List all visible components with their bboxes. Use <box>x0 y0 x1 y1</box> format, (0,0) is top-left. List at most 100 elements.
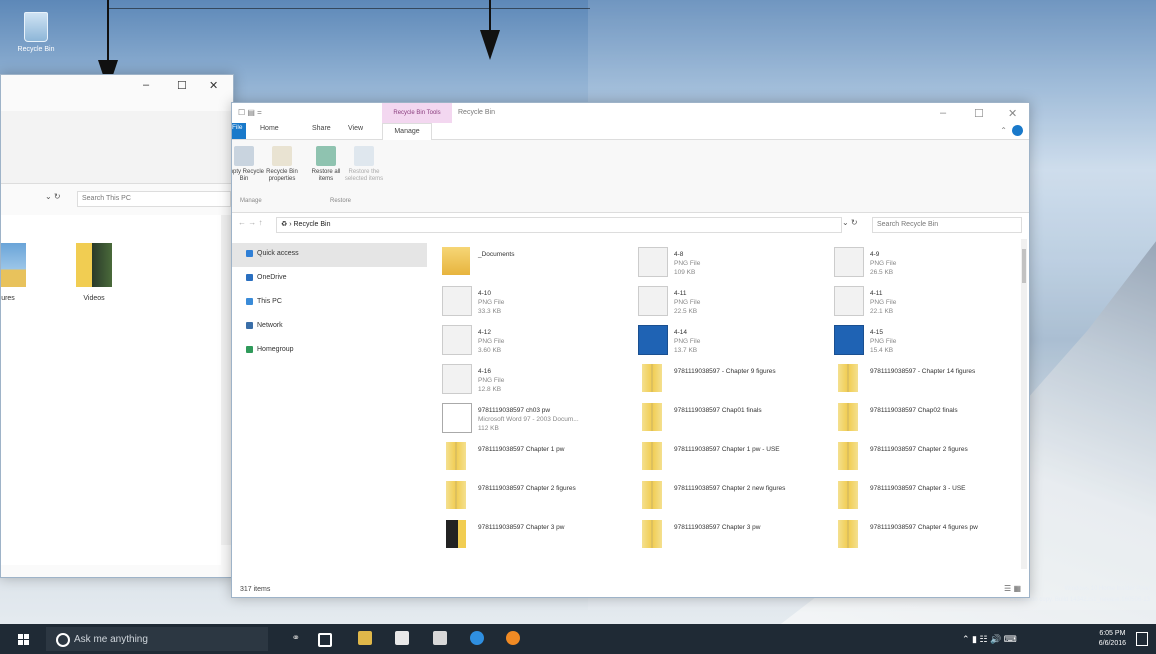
nav-item-quick-access[interactable]: Quick access <box>232 243 427 267</box>
cortana-search[interactable]: Ask me anything ⚭ <box>46 627 300 651</box>
empty-recycle-bin-button[interactable]: Empty Recycle Bin <box>232 146 265 183</box>
address-text: Recycle Bin <box>293 221 331 228</box>
file-text: 9781119038597 Chapter 2 figures <box>870 445 1015 454</box>
title-bar[interactable]: ☐ ▤ = Recycle Bin Tools Recycle Bin – ☐ … <box>232 103 1029 123</box>
file-item[interactable]: 4-11 PNG File 22.1 KB <box>834 284 1019 320</box>
file-item[interactable]: 9781119038597 Chap02 finals <box>834 401 1019 437</box>
dropdown-refresh-icons[interactable]: ⌄ ↻ <box>45 192 61 201</box>
close-icon[interactable]: ✕ <box>1008 107 1017 120</box>
tab-manage[interactable]: Manage <box>382 123 432 140</box>
folder-pictures[interactable]: ures <box>1 243 33 302</box>
file-item[interactable]: 9781119038597 Chapter 3 pw <box>638 518 823 554</box>
tab-home[interactable]: Home <box>260 125 279 132</box>
scrollbar-thumb[interactable] <box>1022 249 1026 283</box>
nav-item-homegroup[interactable]: Homegroup <box>232 339 427 363</box>
file-item[interactable]: 4-9 PNG File 26.5 KB <box>834 245 1019 281</box>
back-forward-icons[interactable]: ← → ↑ <box>238 218 262 227</box>
refresh-icon[interactable]: ⌄ ↻ <box>842 218 858 227</box>
tab-view[interactable]: View <box>348 125 363 132</box>
view-toggle-icons[interactable]: ☰ ▦ <box>1004 584 1021 593</box>
file-size: 12.8 KB <box>478 386 502 393</box>
tab-file[interactable]: File <box>232 123 246 139</box>
nav-label: Homegroup <box>257 346 294 353</box>
file-item[interactable]: 9781119038597 - Chapter 14 figures <box>834 362 1019 398</box>
restore-all-button[interactable]: Restore all items <box>306 146 346 183</box>
search-input[interactable]: Search Recycle Bin <box>872 217 1022 233</box>
title-bar[interactable]: – ☐ ✕ <box>1 75 233 95</box>
file-size: 3.60 KB <box>478 347 502 354</box>
file-text: 9781119038597 Chapter 2 new figures <box>674 484 819 493</box>
nav-item-this-pc[interactable]: This PC <box>232 291 427 315</box>
firefox-icon[interactable] <box>506 631 520 645</box>
file-item[interactable]: 9781119038597 Chapter 1 pw - USE <box>638 440 823 476</box>
notifications-icon[interactable] <box>1136 632 1148 646</box>
file-item[interactable]: 4-15 PNG File 15.4 KB <box>834 323 1019 359</box>
file-item[interactable]: 9781119038597 Chapter 2 new figures <box>638 479 823 515</box>
file-text: 4-10 PNG File 33.3 KB <box>478 289 623 316</box>
nav-item-onedrive[interactable]: OneDrive <box>232 267 427 291</box>
start-button[interactable] <box>18 634 29 645</box>
file-item[interactable]: 9781119038597 Chapter 3 pw <box>442 518 627 554</box>
homegroup-icon <box>246 345 253 353</box>
recycle-bin-desktop-icon[interactable]: Recycle Bin <box>12 12 60 53</box>
restore-all-icon <box>316 146 336 166</box>
restore-selected-button[interactable]: Restore the selected items <box>344 146 384 183</box>
file-type: PNG File <box>478 338 505 345</box>
tab-share[interactable]: Share <box>312 125 331 132</box>
scrollbar[interactable] <box>221 215 231 545</box>
network-icon <box>246 321 253 329</box>
minimize-icon[interactable]: – <box>143 79 149 91</box>
file-item[interactable]: 9781119038597 Chapter 1 pw <box>442 440 627 476</box>
file-item[interactable]: 4-11 PNG File 22.5 KB <box>638 284 823 320</box>
file-item[interactable]: 9781119038597 Chapter 4 figures pw <box>834 518 1019 554</box>
task-view-icon[interactable] <box>318 633 332 647</box>
file-item[interactable]: 9781119038597 Chap01 finals <box>638 401 823 437</box>
file-item[interactable]: 9781119038597 Chapter 2 figures <box>834 440 1019 476</box>
file-item[interactable]: 9781119038597 ch03 pw Microsoft Word 97 -… <box>442 401 627 437</box>
file-item[interactable]: 9781119038597 - Chapter 9 figures <box>638 362 823 398</box>
microphone-icon[interactable]: ⚭ <box>292 633 300 644</box>
recycle-bin-small-icon: ♻ › <box>281 221 294 228</box>
annotation-arrow-left <box>107 0 109 64</box>
collapse-ribbon-icon[interactable]: ⌃ <box>1000 126 1007 135</box>
nav-item-network[interactable]: Network <box>232 315 427 339</box>
recycle-bin-properties-button[interactable]: Recycle Bin properties <box>262 146 302 183</box>
file-item[interactable]: 4-8 PNG File 109 KB <box>638 245 823 281</box>
file-text: 9781119038597 Chap01 finals <box>674 406 819 415</box>
maximize-icon[interactable]: ☐ <box>177 79 187 92</box>
store-icon[interactable] <box>395 631 409 645</box>
pngblue-file-icon <box>834 325 864 355</box>
tray-icons[interactable]: ⌃ ▮ ☷ 🔊 ⌨ <box>962 634 1017 645</box>
file-item[interactable]: _Documents <box>442 245 627 281</box>
scrollbar[interactable] <box>1021 239 1027 569</box>
file-text: 4-9 PNG File 26.5 KB <box>870 250 1015 277</box>
close-icon[interactable]: ✕ <box>209 79 218 92</box>
folder-videos[interactable]: Videos <box>69 243 119 302</box>
file-item[interactable]: 4-14 PNG File 13.7 KB <box>638 323 823 359</box>
file-item[interactable]: 4-10 PNG File 33.3 KB <box>442 284 627 320</box>
mail-icon[interactable] <box>433 631 447 645</box>
doc-file-icon <box>442 403 472 433</box>
address-bar[interactable]: ♻ › Recycle Bin <box>276 217 842 233</box>
this-pc-window[interactable]: – ☐ ✕ ⌄ ↻ Search This PC ures Videos <box>0 74 234 578</box>
file-item[interactable]: 4-16 PNG File 12.8 KB <box>442 362 627 398</box>
file-item[interactable]: 9781119038597 Chapter 2 figures <box>442 479 627 515</box>
minimize-icon[interactable]: – <box>940 107 946 119</box>
file-explorer-icon[interactable] <box>358 631 372 645</box>
file-item[interactable]: 9781119038597 Chapter 3 - USE <box>834 479 1019 515</box>
file-size: 112 KB <box>478 425 499 432</box>
button-label: Empty Recycle Bin <box>232 169 265 182</box>
clock[interactable]: 6:05 PM 6/6/2016 <box>1099 629 1126 649</box>
help-icon[interactable] <box>1012 125 1023 136</box>
edge-icon[interactable] <box>470 631 484 645</box>
file-size: 33.3 KB <box>478 308 502 315</box>
file-name: 4-15 <box>870 329 884 336</box>
file-name: 4-8 <box>674 251 684 258</box>
file-size: 13.7 KB <box>674 347 698 354</box>
maximize-icon[interactable]: ☐ <box>974 107 984 120</box>
nav-label: Network <box>257 322 283 329</box>
quick-access-toolbar[interactable]: ☐ ▤ = <box>238 108 262 117</box>
file-item[interactable]: 4-12 PNG File 3.60 KB <box>442 323 627 359</box>
search-input[interactable]: Search This PC <box>77 191 231 207</box>
recycle-bin-window[interactable]: ☐ ▤ = Recycle Bin Tools Recycle Bin – ☐ … <box>231 102 1030 598</box>
